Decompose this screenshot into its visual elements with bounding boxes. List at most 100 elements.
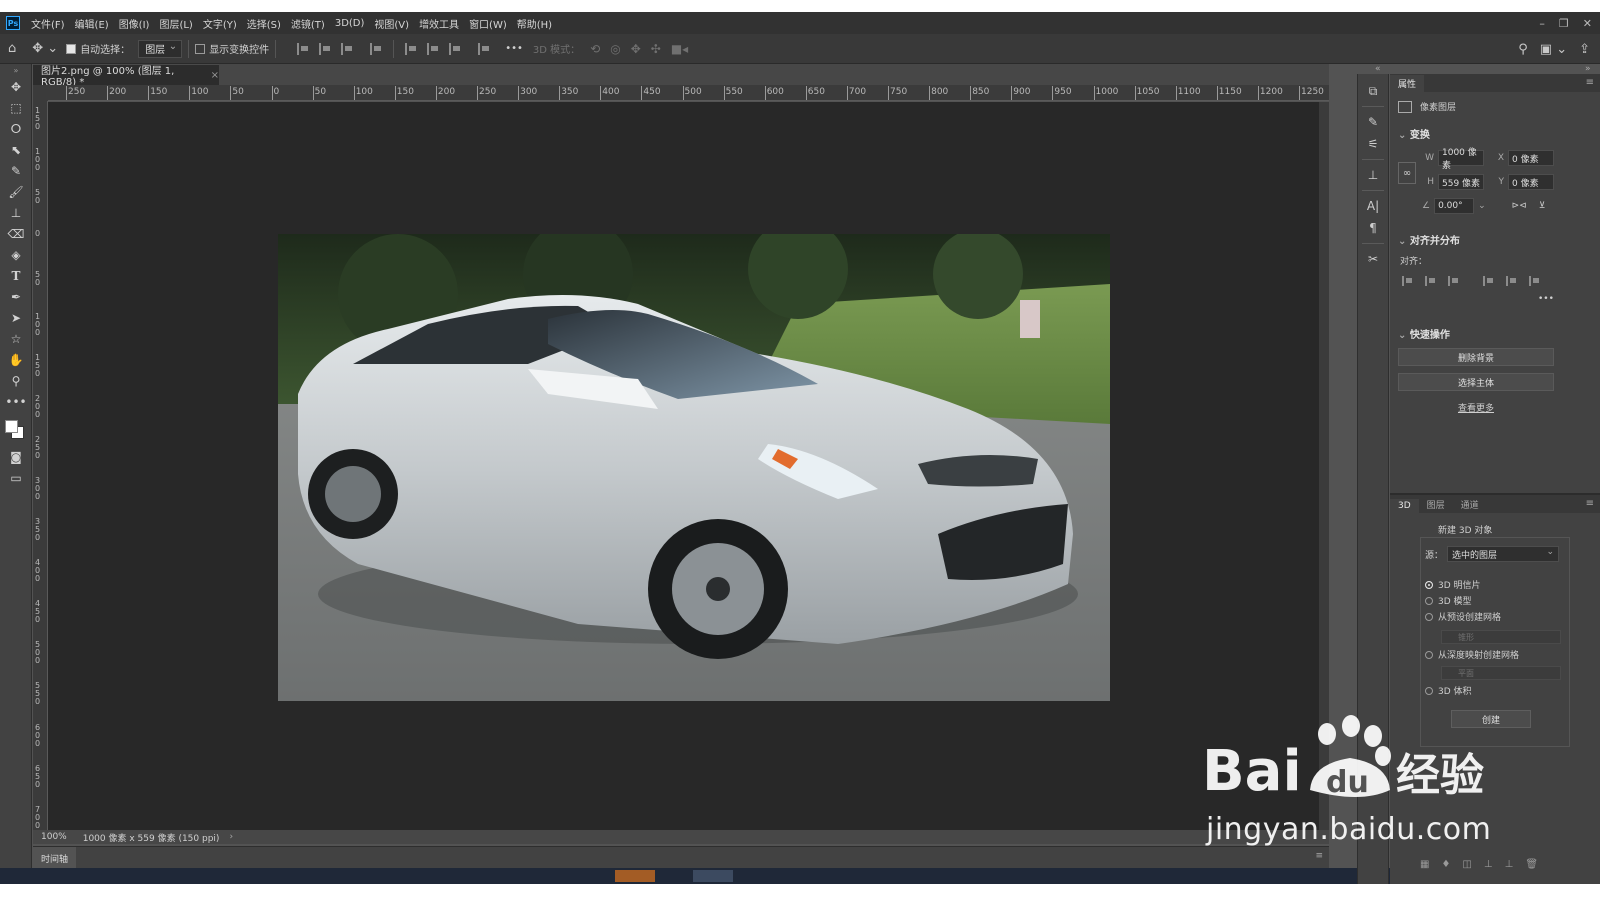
auto-select-checkbox[interactable] bbox=[66, 43, 77, 54]
3d-panel-menu-icon[interactable]: ≡ bbox=[1586, 498, 1594, 509]
panel-align-middle-icon[interactable] bbox=[1506, 276, 1516, 286]
horizontal-ruler[interactable]: 250 200 150 100 50 0 50 100 150 200 250 300 350 400 45… bbox=[48, 85, 1329, 101]
panel-align-center-icon[interactable] bbox=[1425, 276, 1435, 286]
clone-source-icon[interactable]: ⊥ bbox=[1358, 164, 1388, 186]
object-select-icon[interactable]: ⬉ bbox=[0, 139, 32, 160]
minimize-button[interactable]: – bbox=[1539, 17, 1545, 30]
close-tab-icon[interactable]: × bbox=[211, 70, 219, 81]
camera-3d-icon[interactable]: ■◂ bbox=[671, 42, 688, 56]
flip-vertical-icon[interactable]: ⊻ bbox=[1539, 201, 1546, 211]
paragraph-icon[interactable]: ¶ bbox=[1358, 217, 1388, 239]
menu-plugins[interactable]: 增效工具 bbox=[414, 16, 464, 31]
tab-layers[interactable]: 图层 bbox=[1419, 496, 1453, 513]
eyedropper-icon[interactable]: ✎ bbox=[0, 160, 32, 181]
more-options-button[interactable]: ••• bbox=[505, 43, 523, 54]
distribute-horizontal-icon[interactable] bbox=[478, 42, 490, 55]
align-middle-icon[interactable] bbox=[427, 42, 439, 55]
menu-filter[interactable]: 滤镜(T) bbox=[286, 16, 330, 31]
marquee-icon[interactable]: ⬚ bbox=[0, 97, 32, 118]
lasso-icon[interactable]: ⵔ bbox=[0, 118, 32, 139]
trash-icon[interactable]: 🗑 bbox=[1525, 859, 1538, 870]
home-icon[interactable]: ⌂ bbox=[8, 41, 16, 56]
radio-postcard[interactable] bbox=[1425, 580, 1433, 589]
properties-menu-icon[interactable]: ≡ bbox=[1586, 77, 1594, 88]
option-volume[interactable]: 3D 体积 bbox=[1425, 684, 1472, 697]
canvas-area[interactable] bbox=[48, 102, 1319, 830]
menu-file[interactable]: 文件(F) bbox=[26, 16, 70, 31]
menu-layer[interactable]: 图层(L) bbox=[154, 16, 197, 31]
menu-select[interactable]: 选择(S) bbox=[242, 16, 286, 31]
menu-help[interactable]: 帮助(H) bbox=[512, 16, 557, 31]
timeline-tab[interactable]: 时间轴 bbox=[33, 847, 77, 870]
zoom-icon[interactable]: ⚲ bbox=[0, 370, 32, 391]
select-subject-button[interactable]: 选择主体 bbox=[1398, 373, 1554, 391]
quick-actions-header[interactable]: 快速操作 bbox=[1398, 326, 1450, 341]
link-icon[interactable]: ∞ bbox=[1398, 162, 1416, 184]
panel-align-bottom-icon[interactable] bbox=[1529, 276, 1539, 286]
radio-volume[interactable] bbox=[1425, 686, 1433, 695]
adjust-icon[interactable]: ⚟ bbox=[1358, 133, 1388, 155]
menu-type[interactable]: 文字(Y) bbox=[198, 16, 242, 31]
document-image[interactable] bbox=[278, 234, 1110, 701]
stamp-icon[interactable]: ⊥ bbox=[0, 202, 32, 223]
pen-icon[interactable]: ✒ bbox=[0, 286, 32, 307]
search-icon[interactable]: ⚲ bbox=[1518, 42, 1528, 57]
radio-model[interactable] bbox=[1425, 596, 1433, 605]
angle-dropdown-icon[interactable]: ⌄ bbox=[1478, 201, 1486, 211]
foreground-color-swatch[interactable] bbox=[5, 420, 18, 433]
roll-3d-icon[interactable]: ◎ bbox=[610, 42, 620, 56]
auto-select-target-dropdown[interactable]: 图层 bbox=[138, 39, 183, 58]
align-section-header[interactable]: 对齐并分布 bbox=[1398, 232, 1460, 247]
radio-depth-mesh[interactable] bbox=[1425, 650, 1433, 659]
menu-view[interactable]: 视图(V) bbox=[369, 16, 414, 31]
type-icon[interactable]: T bbox=[0, 265, 32, 286]
toolbar-collapse-icon[interactable]: » bbox=[0, 64, 32, 76]
close-window-button[interactable]: ✕ bbox=[1583, 17, 1592, 30]
tools-icon[interactable]: ✂ bbox=[1358, 248, 1388, 270]
option-preset-mesh[interactable]: 从预设创建网格 bbox=[1425, 610, 1501, 623]
see-more-link[interactable]: 查看更多 bbox=[1398, 401, 1554, 414]
align-more-icon[interactable]: ••• bbox=[1538, 294, 1554, 304]
camera-icon[interactable]: ⊥ bbox=[1484, 859, 1493, 870]
slide-3d-icon[interactable]: ✣ bbox=[651, 42, 661, 56]
zoom-level[interactable]: 100% bbox=[41, 832, 67, 842]
distribute-vertical-icon[interactable] bbox=[370, 42, 382, 55]
document-tab[interactable]: 图片2.png @ 100% (图层 1, RGB/8) * × bbox=[33, 64, 219, 88]
create-3d-button[interactable]: 创建 bbox=[1451, 710, 1531, 728]
canvas-vertical-scrollbar[interactable] bbox=[1319, 102, 1329, 830]
menu-3d[interactable]: 3D(D) bbox=[330, 18, 370, 29]
source-dropdown[interactable]: 选中的图层 bbox=[1447, 546, 1560, 562]
render-icon[interactable]: ◫ bbox=[1462, 859, 1471, 870]
x-field[interactable]: 0 像素 bbox=[1508, 150, 1554, 166]
brush-settings-icon[interactable]: ✎ bbox=[1358, 111, 1388, 133]
panel-align-right-icon[interactable] bbox=[1448, 276, 1458, 286]
character-icon[interactable]: A| bbox=[1358, 195, 1388, 217]
collapse-middle-icon[interactable]: « bbox=[1375, 64, 1381, 74]
align-top-icon[interactable] bbox=[405, 42, 417, 55]
bucket-icon[interactable]: ◈ bbox=[0, 244, 32, 265]
height-field[interactable]: 559 像素 bbox=[1438, 174, 1484, 190]
move-icon[interactable]: ✥ bbox=[0, 76, 32, 97]
option-model[interactable]: 3D 模型 bbox=[1425, 594, 1472, 607]
taskbar-app-active[interactable] bbox=[615, 870, 655, 882]
align-left-icon[interactable] bbox=[297, 42, 309, 55]
light-icon[interactable]: ♦ bbox=[1441, 859, 1450, 870]
transform-section-header[interactable]: 变换 bbox=[1398, 126, 1430, 141]
y-field[interactable]: 0 像素 bbox=[1508, 174, 1554, 190]
menu-edit[interactable]: 编辑(E) bbox=[70, 16, 114, 31]
pan-3d-icon[interactable]: ✥ bbox=[631, 42, 641, 56]
angle-field[interactable]: 0.00° bbox=[1434, 198, 1475, 214]
radio-preset-mesh[interactable] bbox=[1425, 612, 1433, 621]
status-menu-chevron-icon[interactable]: › bbox=[229, 832, 233, 842]
workspace-icon[interactable]: ▣ ⌄ bbox=[1540, 42, 1567, 57]
quick-mask-icon[interactable]: ◙ bbox=[0, 446, 32, 467]
align-bottom-icon[interactable] bbox=[449, 42, 461, 55]
move-tool-preset-icon[interactable]: ✥ ⌄ bbox=[32, 41, 58, 56]
menu-image[interactable]: 图像(I) bbox=[114, 16, 155, 31]
option-postcard[interactable]: 3D 明信片 bbox=[1425, 578, 1481, 591]
flip-horizontal-icon[interactable]: ⊳⊲ bbox=[1512, 201, 1527, 211]
option-depth-mesh[interactable]: 从深度映射创建网格 bbox=[1425, 648, 1519, 661]
more-tools-icon[interactable]: ••• bbox=[0, 391, 32, 412]
collapse-right-icon[interactable]: » bbox=[1585, 64, 1591, 74]
link-proportions[interactable]: ∞ bbox=[1398, 162, 1416, 184]
